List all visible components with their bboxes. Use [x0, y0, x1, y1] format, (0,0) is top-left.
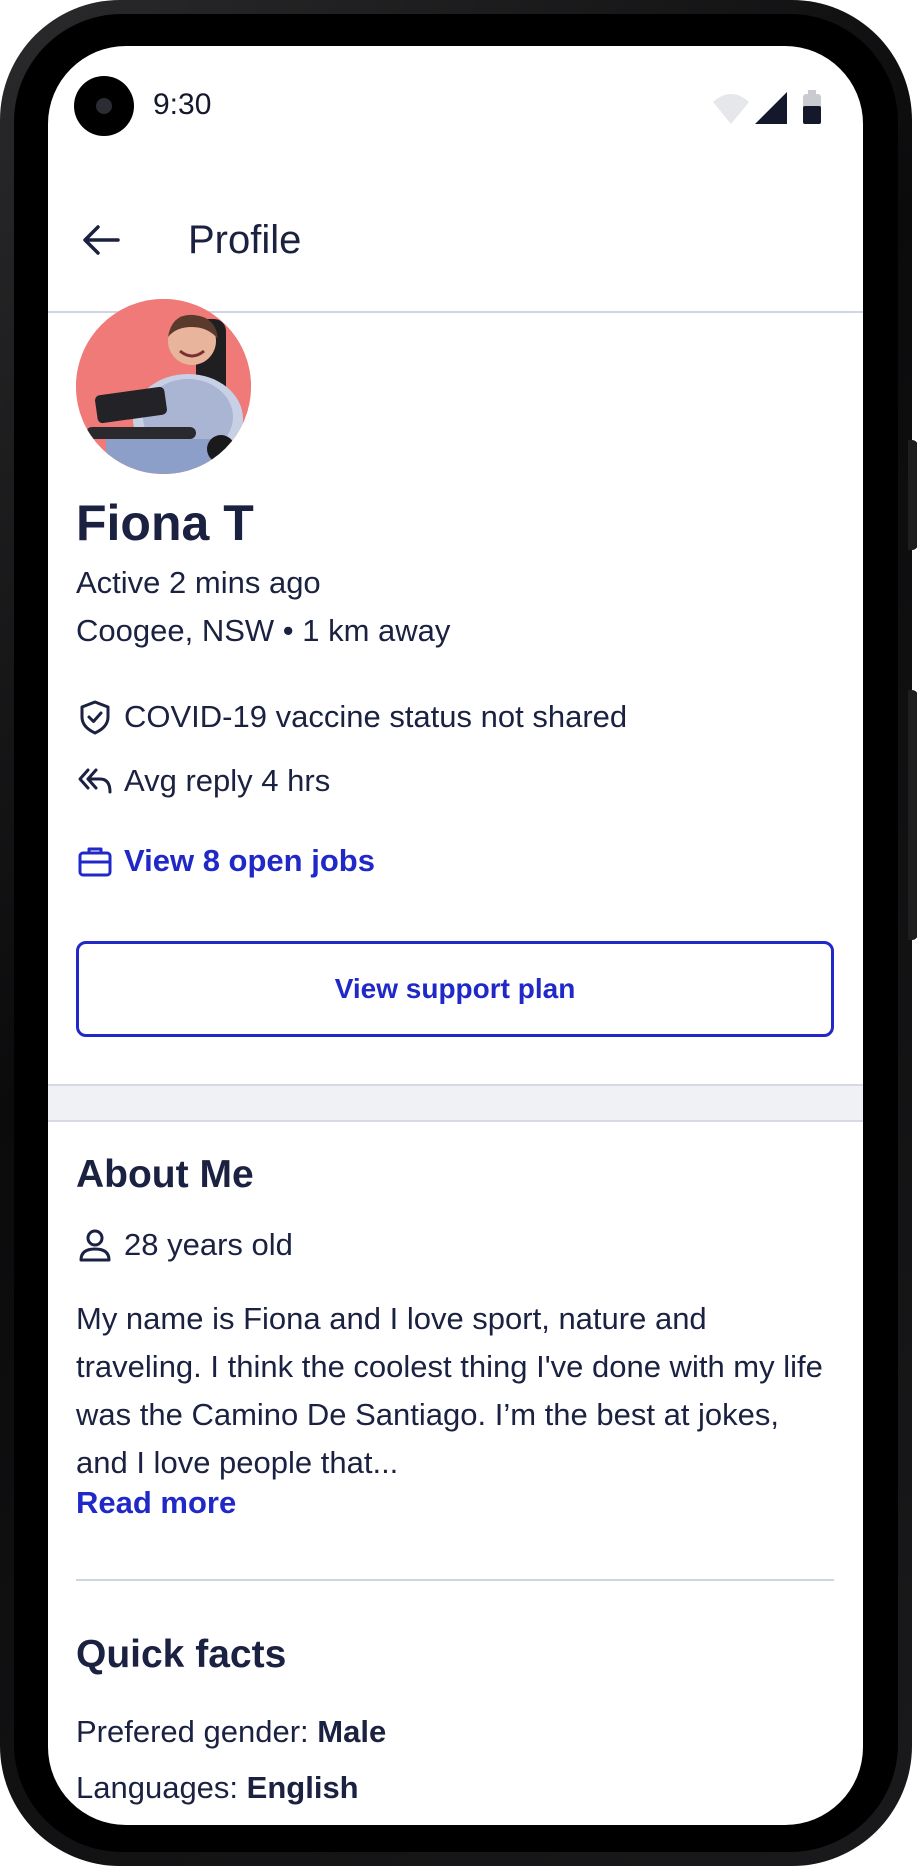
preferred-gender-fact: Prefered gender: Male: [76, 1714, 386, 1750]
languages-value: English: [246, 1770, 359, 1805]
power-button: [908, 690, 917, 940]
status-icons: [709, 88, 829, 128]
avg-reply-text: Avg reply 4 hrs: [124, 763, 331, 798]
active-status: Active 2 mins ago: [76, 565, 321, 600]
avatar: [76, 299, 251, 474]
preferred-gender-label: Prefered gender:: [76, 1714, 309, 1749]
quick-facts-heading: Quick facts: [76, 1633, 287, 1676]
person-icon: [76, 1226, 114, 1264]
vaccine-status-row: COVID-19 vaccine status not shared: [76, 698, 627, 736]
status-time: 9:30: [153, 88, 212, 121]
camera-cutout: [74, 76, 134, 136]
reply-all-icon: [76, 762, 114, 800]
briefcase-icon: [76, 842, 114, 880]
cellular-signal-icon: [755, 92, 787, 124]
age-row: 28 years old: [76, 1226, 293, 1264]
languages-fact: Languages: English: [76, 1770, 359, 1806]
about-bio: My name is Fiona and I love sport, natur…: [76, 1301, 823, 1480]
shield-check-icon: [76, 698, 114, 736]
battery-icon: [803, 90, 821, 124]
profile-name: Fiona T: [76, 495, 254, 551]
location: Coogee, NSW • 1 km away: [76, 613, 451, 648]
screen: 9:30 Profile Fiona T Active 2 mins ago C…: [48, 46, 863, 1825]
about-me-heading: About Me: [76, 1153, 254, 1196]
view-support-plan-button[interactable]: View support plan: [76, 941, 834, 1037]
profile-photo: [76, 299, 251, 474]
avg-reply-row: Avg reply 4 hrs: [76, 762, 330, 800]
volume-button: [908, 440, 917, 550]
phone-frame: 9:30 Profile Fiona T Active 2 mins ago C…: [0, 0, 917, 1866]
open-jobs-label[interactable]: View 8 open jobs: [124, 843, 375, 879]
section-separator: [48, 1084, 863, 1122]
page-title: Profile: [188, 218, 302, 262]
languages-label: Languages:: [76, 1770, 239, 1805]
vaccine-status-text: COVID-19 vaccine status not shared: [124, 699, 628, 734]
age-text: 28 years old: [124, 1227, 293, 1262]
arrow-left-icon: [83, 225, 120, 255]
read-more-link[interactable]: Read more: [76, 1485, 236, 1521]
app-bar: Profile: [48, 176, 863, 313]
divider: [76, 1579, 834, 1581]
open-jobs-link[interactable]: View 8 open jobs: [76, 842, 375, 880]
preferred-gender-value: Male: [317, 1714, 387, 1749]
wifi-icon: [713, 94, 749, 124]
back-button[interactable]: [78, 216, 126, 264]
